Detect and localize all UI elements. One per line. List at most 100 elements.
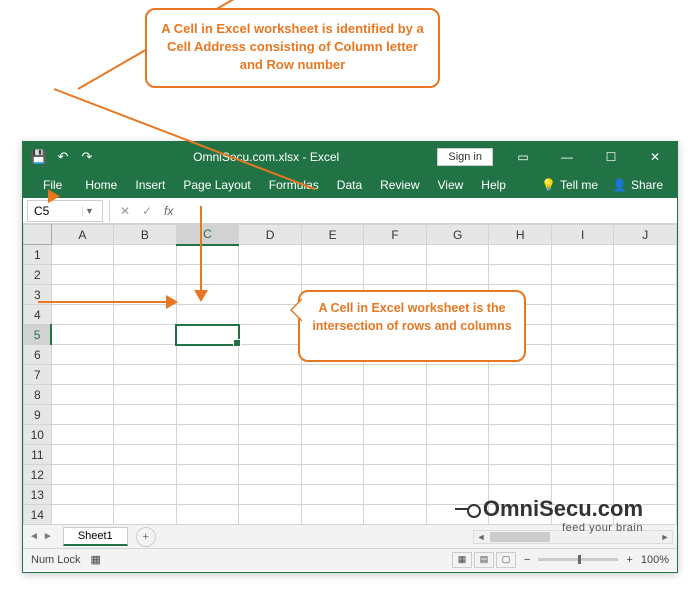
undo-icon[interactable]: ↶: [55, 149, 71, 165]
cell-F13[interactable]: [364, 485, 427, 505]
cell-E8[interactable]: [301, 385, 364, 405]
cell-J9[interactable]: [614, 405, 677, 425]
cell-J12[interactable]: [614, 465, 677, 485]
tab-help[interactable]: Help: [472, 172, 515, 198]
cell-C13[interactable]: [176, 485, 239, 505]
cell-G7[interactable]: [426, 365, 489, 385]
add-sheet-icon[interactable]: +: [136, 527, 156, 547]
cell-A5[interactable]: [51, 325, 114, 345]
cell-B1[interactable]: [114, 245, 177, 265]
formula-input[interactable]: [179, 200, 677, 222]
macro-icon[interactable]: ▦: [91, 553, 101, 566]
cell-C2[interactable]: [176, 265, 239, 285]
col-header-J[interactable]: J: [614, 225, 677, 245]
cell-E13[interactable]: [301, 485, 364, 505]
cell-D1[interactable]: [239, 245, 302, 265]
cell-F9[interactable]: [364, 405, 427, 425]
cell-B12[interactable]: [114, 465, 177, 485]
cell-A8[interactable]: [51, 385, 114, 405]
signin-button[interactable]: Sign in: [437, 148, 493, 166]
minimize-icon[interactable]: —: [545, 142, 589, 172]
cell-B8[interactable]: [114, 385, 177, 405]
name-box[interactable]: C5 ▼: [27, 200, 103, 222]
cell-G9[interactable]: [426, 405, 489, 425]
cell-E9[interactable]: [301, 405, 364, 425]
row-header-6[interactable]: 6: [24, 345, 52, 365]
cell-H11[interactable]: [489, 445, 552, 465]
row-header-10[interactable]: 10: [24, 425, 52, 445]
cell-F7[interactable]: [364, 365, 427, 385]
tab-data[interactable]: Data: [328, 172, 371, 198]
cell-I3[interactable]: [552, 285, 614, 305]
tab-formulas[interactable]: Formulas: [260, 172, 328, 198]
cell-F8[interactable]: [364, 385, 427, 405]
cell-J6[interactable]: [614, 345, 677, 365]
cell-G1[interactable]: [426, 245, 489, 265]
cell-G10[interactable]: [426, 425, 489, 445]
row-header-4[interactable]: 4: [24, 305, 52, 325]
col-header-D[interactable]: D: [239, 225, 302, 245]
cell-I6[interactable]: [552, 345, 614, 365]
col-header-F[interactable]: F: [364, 225, 427, 245]
select-all-corner[interactable]: [24, 225, 52, 245]
cell-B11[interactable]: [114, 445, 177, 465]
tab-home[interactable]: Home: [76, 172, 126, 198]
tab-insert[interactable]: Insert: [126, 172, 174, 198]
cell-E2[interactable]: [301, 265, 364, 285]
cell-E14[interactable]: [301, 505, 364, 525]
cell-F12[interactable]: [364, 465, 427, 485]
row-header-14[interactable]: 14: [24, 505, 52, 525]
cell-H9[interactable]: [489, 405, 552, 425]
zoom-level[interactable]: 100%: [641, 554, 669, 566]
scroll-right-icon[interactable]: ►: [658, 532, 672, 542]
cell-E11[interactable]: [301, 445, 364, 465]
cell-J10[interactable]: [614, 425, 677, 445]
normal-view-icon[interactable]: ▦: [452, 552, 472, 568]
tellme-search[interactable]: 💡 Tell me: [541, 178, 598, 192]
cell-B7[interactable]: [114, 365, 177, 385]
zoom-in-icon[interactable]: +: [626, 554, 632, 566]
cancel-icon[interactable]: ✕: [114, 204, 136, 218]
enter-icon[interactable]: ✓: [136, 204, 158, 218]
cell-A2[interactable]: [51, 265, 114, 285]
cell-D7[interactable]: [239, 365, 302, 385]
cell-D11[interactable]: [239, 445, 302, 465]
close-icon[interactable]: ✕: [633, 142, 677, 172]
cell-D10[interactable]: [239, 425, 302, 445]
cell-G8[interactable]: [426, 385, 489, 405]
zoom-slider[interactable]: [538, 558, 618, 561]
row-header-1[interactable]: 1: [24, 245, 52, 265]
share-button[interactable]: 👤 Share: [604, 178, 671, 192]
cell-J8[interactable]: [614, 385, 677, 405]
cell-C14[interactable]: [176, 505, 239, 525]
ribbon-options-icon[interactable]: ▭: [501, 142, 545, 172]
cell-F11[interactable]: [364, 445, 427, 465]
cell-H1[interactable]: [489, 245, 552, 265]
cell-I11[interactable]: [552, 445, 614, 465]
cell-B6[interactable]: [114, 345, 177, 365]
cell-D13[interactable]: [239, 485, 302, 505]
cell-B9[interactable]: [114, 405, 177, 425]
namebox-dropdown-icon[interactable]: ▼: [82, 206, 96, 216]
cell-E1[interactable]: [301, 245, 364, 265]
row-header-5[interactable]: 5: [24, 325, 52, 345]
row-header-9[interactable]: 9: [24, 405, 52, 425]
cell-F2[interactable]: [364, 265, 427, 285]
cell-C12[interactable]: [176, 465, 239, 485]
cell-A7[interactable]: [51, 365, 114, 385]
cell-J7[interactable]: [614, 365, 677, 385]
cell-G11[interactable]: [426, 445, 489, 465]
tab-prev-icon[interactable]: ◄: [29, 531, 39, 542]
cell-I8[interactable]: [552, 385, 614, 405]
col-header-G[interactable]: G: [426, 225, 489, 245]
cell-I9[interactable]: [552, 405, 614, 425]
row-header-11[interactable]: 11: [24, 445, 52, 465]
cell-B10[interactable]: [114, 425, 177, 445]
cell-I2[interactable]: [552, 265, 614, 285]
page-break-view-icon[interactable]: ▢: [496, 552, 516, 568]
cell-J4[interactable]: [614, 305, 677, 325]
cell-J1[interactable]: [614, 245, 677, 265]
cell-A11[interactable]: [51, 445, 114, 465]
cell-C10[interactable]: [176, 425, 239, 445]
cell-F10[interactable]: [364, 425, 427, 445]
